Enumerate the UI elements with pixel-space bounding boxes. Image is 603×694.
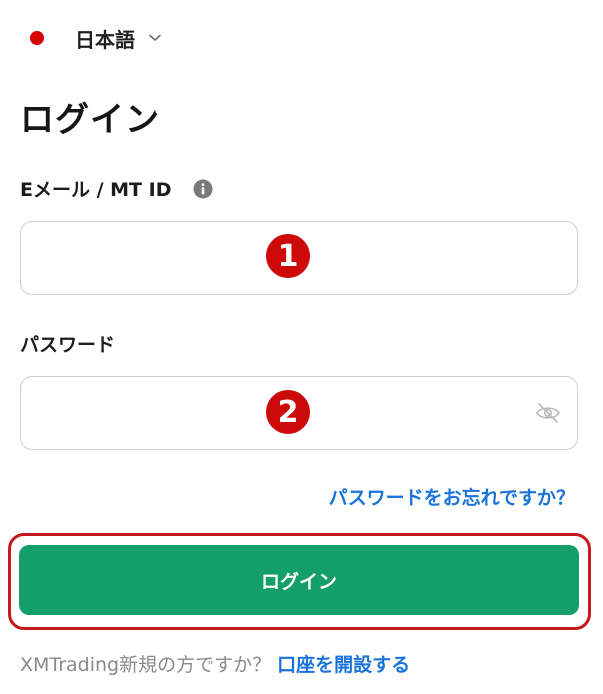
eye-off-icon[interactable]: [535, 402, 561, 424]
chevron-down-icon: [149, 34, 161, 42]
password-label: パスワード: [20, 330, 115, 357]
signup-prompt: XMTrading新規の方ですか？: [20, 654, 272, 676]
step-marker-1: 1: [266, 234, 310, 278]
email-label: Eメール / MT ID: [20, 175, 213, 202]
step-marker-2: 2: [266, 390, 310, 434]
page-title: ログイン: [20, 100, 160, 140]
info-icon[interactable]: [193, 179, 213, 199]
password-label-text: パスワード: [20, 334, 116, 356]
login-page: 日本語 ログイン Eメール / MT ID 1 パスワード 2 パスワードをお忘…: [0, 0, 603, 694]
login-button[interactable]: ログイン: [19, 545, 579, 615]
japan-flag-icon: [30, 31, 44, 45]
email-label-text: Eメール / MT ID: [20, 179, 172, 201]
language-label: 日本語: [75, 27, 135, 52]
forgot-password-link[interactable]: パスワードをお忘れですか？: [329, 483, 575, 510]
language-selector[interactable]: 日本語: [30, 22, 161, 54]
open-account-link[interactable]: 口座を開設する: [277, 650, 410, 677]
signup-row: XMTrading新規の方ですか？ 口座を開設する: [20, 650, 410, 677]
